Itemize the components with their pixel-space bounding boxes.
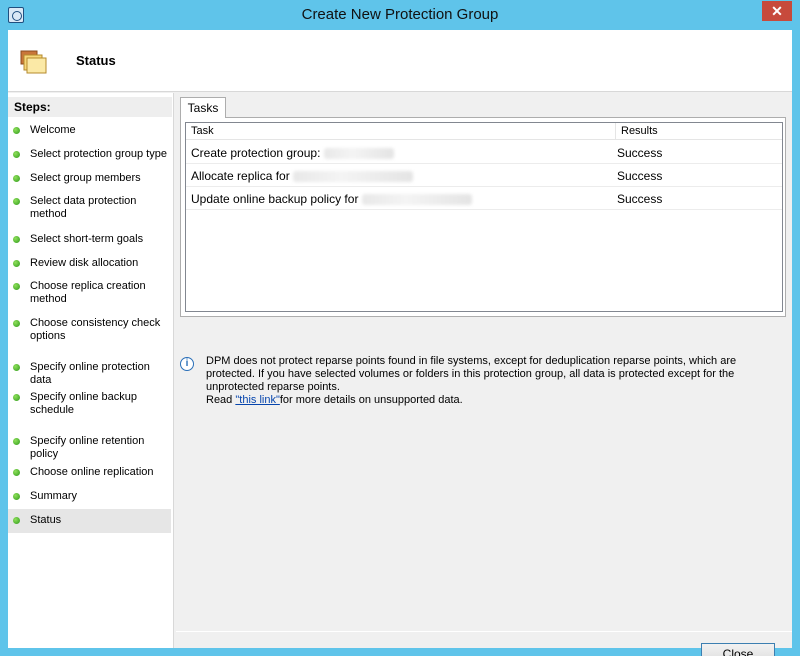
task-cell: Allocate replica for bbox=[191, 169, 414, 183]
task-cell: Create protection group: bbox=[191, 146, 394, 160]
status-dot-icon bbox=[13, 469, 20, 476]
step-specify-online-protection-data[interactable]: Specify online protection data bbox=[8, 361, 171, 387]
step-summary[interactable]: Summary bbox=[8, 490, 171, 503]
step-welcome[interactable]: Welcome bbox=[8, 124, 171, 137]
redacted-text bbox=[323, 148, 394, 160]
step-status[interactable]: Status bbox=[8, 509, 171, 533]
main-content: Tasks Task Results Create protection gro… bbox=[176, 93, 792, 656]
step-label: Select group members bbox=[30, 172, 141, 184]
status-dot-icon bbox=[13, 236, 20, 243]
title-bar[interactable]: Create New Protection Group ✕ bbox=[0, 0, 800, 30]
step-specify-online-backup-schedule[interactable]: Specify online backup schedule bbox=[8, 391, 171, 417]
result-cell: Success bbox=[617, 192, 663, 206]
step-specify-online-retention-policy[interactable]: Specify online retention policy bbox=[8, 435, 171, 461]
redacted-text bbox=[361, 194, 472, 206]
step-choose-online-replication[interactable]: Choose online replication bbox=[8, 466, 171, 479]
result-cell: Success bbox=[617, 169, 663, 183]
column-header-task[interactable]: Task bbox=[191, 125, 214, 137]
table-row[interactable]: Update online backup policy for Success bbox=[186, 187, 782, 210]
redacted-text bbox=[293, 171, 414, 183]
step-label: Status bbox=[30, 514, 62, 526]
step-select-protection-group-type[interactable]: Select protection group type bbox=[8, 148, 171, 161]
step-label: Choose consistency check options bbox=[30, 317, 161, 342]
step-choose-consistency-check-options[interactable]: Choose consistency check options bbox=[8, 317, 171, 343]
step-label: Select short-term goals bbox=[30, 233, 144, 245]
status-dot-icon bbox=[13, 260, 20, 267]
status-dot-icon bbox=[13, 283, 20, 290]
info-read-suffix: for more details on unsupported data. bbox=[279, 394, 463, 406]
step-select-group-members[interactable]: Select group members bbox=[8, 172, 171, 185]
step-label: Choose online replication bbox=[30, 466, 154, 478]
task-cell: Update online backup policy for bbox=[191, 192, 472, 206]
steps-heading: Steps: bbox=[8, 97, 172, 117]
footer-divider bbox=[176, 631, 792, 632]
step-label: Specify online protection data bbox=[30, 361, 150, 386]
step-select-data-protection-method[interactable]: Select data protection method bbox=[8, 195, 171, 221]
folder-stack-icon bbox=[20, 50, 47, 74]
info-text: DPM does not protect reparse points foun… bbox=[206, 355, 766, 407]
status-dot-icon bbox=[13, 151, 20, 158]
tab-tasks[interactable]: Tasks bbox=[180, 97, 226, 118]
dialog-window: Create New Protection Group ✕ Status Ste… bbox=[0, 0, 800, 656]
window-title: Create New Protection Group bbox=[301, 6, 499, 23]
result-cell: Success bbox=[617, 146, 663, 160]
step-choose-replica-creation-method[interactable]: Choose replica creation method bbox=[8, 280, 171, 306]
step-label: Specify online retention policy bbox=[30, 435, 145, 460]
step-label: Specify online backup schedule bbox=[30, 391, 138, 416]
step-label: Welcome bbox=[30, 124, 76, 136]
status-dot-icon bbox=[13, 493, 20, 500]
step-label: Summary bbox=[30, 490, 78, 502]
status-dot-icon bbox=[13, 364, 20, 371]
status-dot-icon bbox=[13, 175, 20, 182]
status-dot-icon bbox=[13, 438, 20, 445]
dialog-client-area: Status Steps: Welcome Select protection … bbox=[8, 30, 792, 656]
status-dot-icon bbox=[13, 127, 20, 134]
step-review-disk-allocation[interactable]: Review disk allocation bbox=[8, 257, 171, 270]
step-label: Review disk allocation bbox=[30, 257, 139, 269]
status-dot-icon bbox=[13, 394, 20, 401]
tasks-table[interactable]: Task Results Create protection group: Su… bbox=[185, 122, 783, 312]
status-dot-icon bbox=[13, 198, 20, 205]
task-text: Update online backup policy for bbox=[191, 192, 362, 206]
page-title: Status bbox=[76, 53, 116, 68]
table-row[interactable]: Allocate replica for Success bbox=[186, 164, 782, 187]
info-read-prefix: Read bbox=[206, 394, 236, 406]
step-select-short-term-goals[interactable]: Select short-term goals bbox=[8, 233, 171, 246]
close-button[interactable]: Close bbox=[701, 643, 775, 656]
window-close-button[interactable]: ✕ bbox=[762, 1, 792, 21]
step-label: Choose replica creation method bbox=[30, 280, 146, 305]
column-header-results[interactable]: Results bbox=[621, 125, 658, 137]
tasks-tab-panel: Task Results Create protection group: Su… bbox=[180, 117, 786, 317]
column-divider[interactable] bbox=[615, 123, 616, 140]
status-dot-icon bbox=[13, 517, 20, 524]
step-label: Select protection group type bbox=[30, 148, 167, 160]
table-header: Task Results bbox=[186, 123, 782, 140]
info-icon: i bbox=[180, 357, 194, 371]
table-row[interactable]: Create protection group: Success bbox=[186, 141, 782, 164]
info-main-text: DPM does not protect reparse points foun… bbox=[206, 355, 737, 393]
this-link[interactable]: "this link" bbox=[235, 394, 280, 406]
step-label: Select data protection method bbox=[30, 195, 137, 220]
steps-panel: Steps: Welcome Select protection group t… bbox=[8, 93, 174, 648]
task-text: Create protection group: bbox=[191, 146, 324, 160]
status-dot-icon bbox=[13, 320, 20, 327]
task-text: Allocate replica for bbox=[191, 169, 294, 183]
page-header: Status bbox=[8, 30, 792, 92]
